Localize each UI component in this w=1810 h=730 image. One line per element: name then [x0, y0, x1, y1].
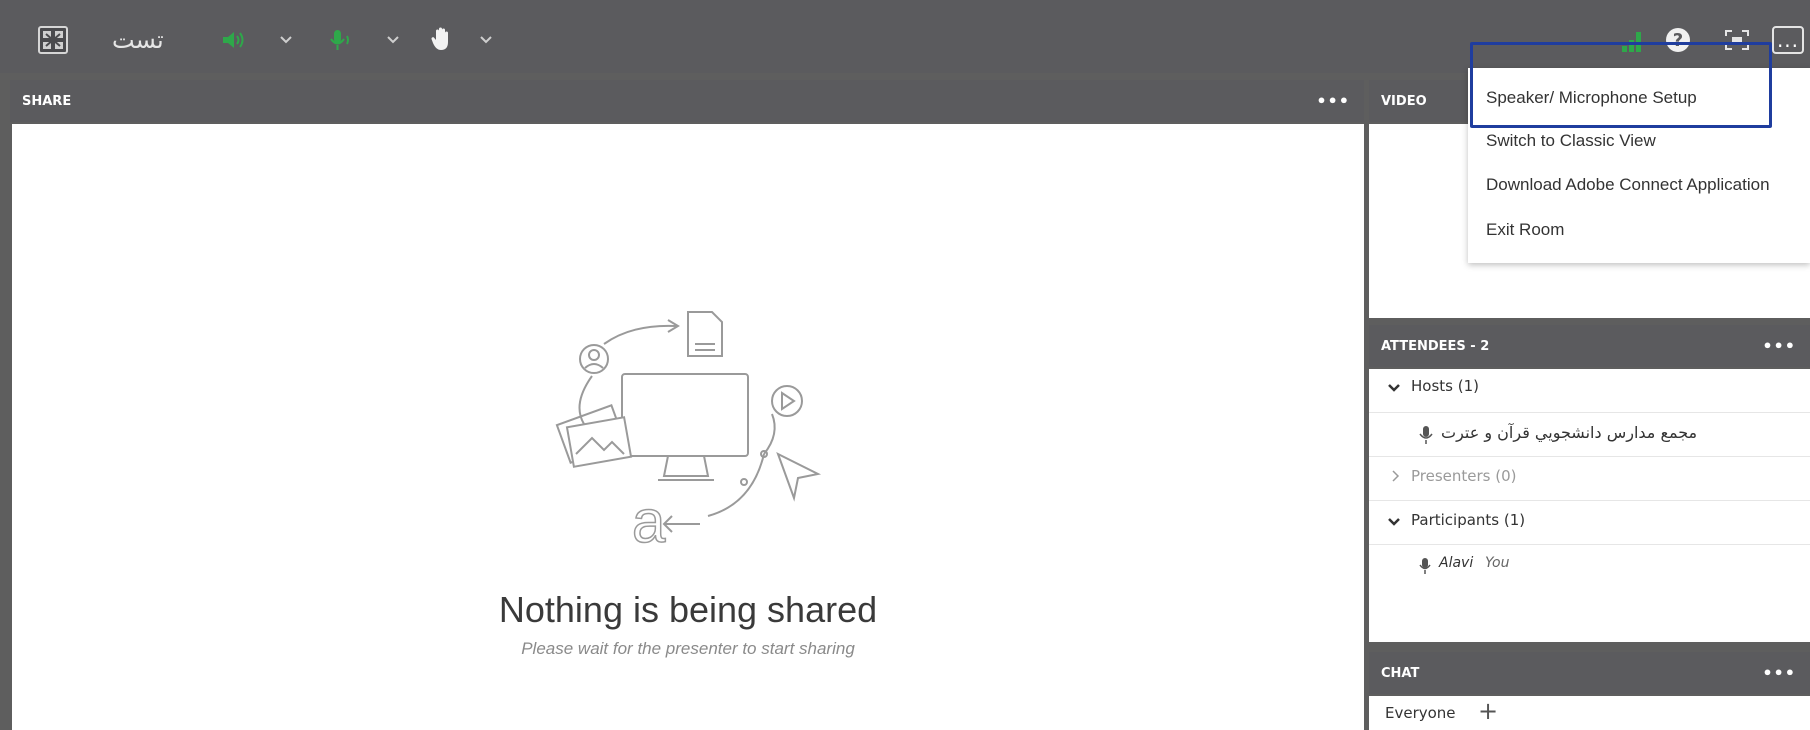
participant-you-tag: You [1485, 555, 1510, 571]
share-pod-header: SHARE ••• [10, 80, 1364, 122]
cursor-icon [776, 451, 822, 502]
menu-item-download-application[interactable]: Download Adobe Connect Application [1486, 175, 1770, 195]
participants-group-label: Participants (1) [1411, 511, 1526, 529]
hosts-group-row[interactable]: Hosts (1) [1369, 369, 1810, 413]
menu-item-exit-room[interactable]: Exit Room [1486, 220, 1564, 240]
mic-chevron-down-icon[interactable] [383, 30, 403, 50]
menu-item-speaker-mic-setup[interactable]: Speaker/ Microphone Setup [1486, 88, 1697, 108]
host-attendee-name: مجمع مدارس دانشجويي قرآن و عترت [1441, 423, 1698, 442]
nothing-shared-subtitle: Please wait for the presenter to start s… [521, 639, 855, 658]
speaker-icon[interactable] [220, 26, 248, 54]
room-title: تست [112, 26, 164, 54]
chat-pod-options-icon[interactable]: ••• [1762, 664, 1796, 683]
help-icon[interactable]: ? [1666, 28, 1690, 52]
host-microphone-icon [1419, 425, 1435, 449]
presenters-group-label: Presenters (0) [1411, 467, 1517, 485]
attendees-pod-header: ATTENDEES - 2 ••• [1369, 325, 1810, 367]
presenters-group-row[interactable]: Presenters (0) [1369, 457, 1810, 501]
chat-pod-body: Everyone + [1369, 696, 1810, 730]
participants-group-row[interactable]: Participants (1) [1369, 501, 1810, 545]
participant-microphone-icon [1419, 557, 1431, 579]
layout-grid-icon[interactable] [38, 26, 68, 54]
nothing-shared-title: Nothing is being shared [498, 589, 878, 630]
hand-chevron-down-icon[interactable] [476, 30, 496, 50]
participant-attendee-row[interactable]: Alavi You [1369, 545, 1810, 589]
monitor-icon [621, 373, 749, 457]
chat-pod-header: CHAT ••• [1369, 652, 1810, 694]
attendees-pod-title: ATTENDEES - 2 [1381, 338, 1490, 354]
chat-pod-title: CHAT [1381, 665, 1420, 681]
nothing-shared-illustration: a [555, 311, 822, 556]
raise-hand-icon[interactable] [428, 24, 456, 54]
more-options-button[interactable]: ... [1772, 26, 1804, 54]
add-chat-tab-button[interactable]: + [1478, 697, 1498, 725]
share-pod-body: a Nothing is being shared Please wait fo… [12, 124, 1364, 730]
svg-text:a: a [632, 488, 666, 555]
share-pod-title: SHARE [22, 93, 72, 109]
hosts-group-label: Hosts (1) [1411, 377, 1479, 395]
attendees-pod-body: Hosts (1) مجمع مدارس دانشجويي قرآن و عتر… [1369, 369, 1810, 642]
play-circle-icon [771, 385, 803, 417]
attendees-pod-options-icon[interactable]: ••• [1762, 337, 1796, 356]
share-pod-options-icon[interactable]: ••• [1316, 92, 1350, 111]
menu-item-switch-classic-view[interactable]: Switch to Classic View [1486, 131, 1656, 151]
top-toolbar: تست ? ... [0, 0, 1810, 73]
speaker-chevron-down-icon[interactable] [276, 30, 296, 50]
chevron-down-icon [1387, 379, 1401, 397]
video-pod-title: VIDEO [1381, 93, 1427, 109]
microphone-icon[interactable] [327, 26, 355, 54]
chevron-right-icon [1391, 469, 1401, 487]
chevron-down-icon [1387, 513, 1401, 531]
options-dropdown-menu: Speaker/ Microphone Setup Switch to Clas… [1468, 68, 1810, 263]
connection-signal-icon [1620, 28, 1646, 52]
chat-recipient-tab[interactable]: Everyone [1385, 704, 1456, 722]
host-attendee-row[interactable]: مجمع مدارس دانشجويي قرآن و عترت [1369, 413, 1810, 457]
fullscreen-icon[interactable] [1724, 28, 1750, 52]
participant-name: Alavi [1439, 555, 1474, 571]
